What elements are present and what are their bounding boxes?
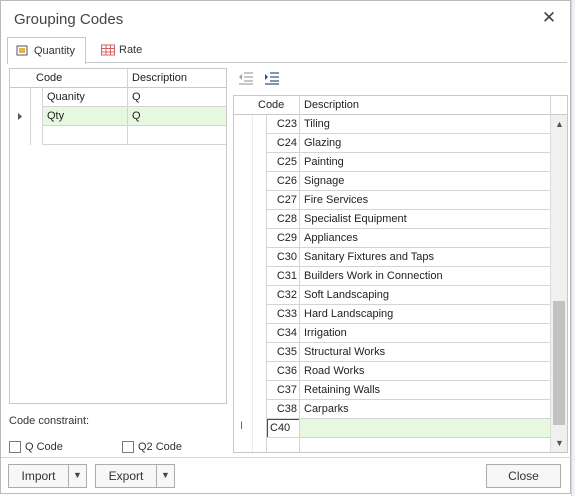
table-row-description[interactable]: Road Works — [300, 362, 550, 381]
table-row-code[interactable]: C28 — [266, 210, 300, 229]
quantity-icon — [16, 45, 28, 56]
table-row-description[interactable]: Q — [128, 107, 226, 126]
table-row-description[interactable]: Signage — [300, 172, 550, 191]
grid-line — [42, 144, 226, 145]
table-row-description[interactable]: Sanitary Fixtures and Taps — [300, 248, 550, 267]
background-window-edge — [571, 0, 575, 496]
table-row-code[interactable]: C23 — [266, 115, 300, 134]
grid-line — [299, 96, 300, 115]
q-code-label: Q Code — [25, 441, 63, 453]
checkbox-box[interactable] — [122, 441, 134, 453]
current-row-indicator-icon — [10, 107, 30, 126]
grid-line — [42, 106, 226, 107]
quantity-groups-grid: Code Description Quanity Q Qty Q — [9, 68, 227, 404]
table-row-code[interactable]: C32 — [266, 286, 300, 305]
scroll-up-icon[interactable]: ▲ — [551, 117, 567, 131]
import-dropdown-icon[interactable]: ▼ — [68, 464, 87, 488]
grouping-codes-dialog: Grouping Codes ✕ Quantity Rate Code Desc… — [0, 0, 572, 494]
vertical-scrollbar[interactable]: ▲ ▼ — [550, 115, 567, 452]
indent-icon[interactable] — [264, 71, 280, 85]
table-row-code[interactable]: C26 — [266, 172, 300, 191]
table-row-code[interactable]: C24 — [266, 134, 300, 153]
new-row-highlight — [266, 419, 550, 438]
dialog-title: Grouping Codes — [14, 11, 124, 28]
export-dropdown-icon[interactable]: ▼ — [156, 464, 175, 488]
tab-strip: Quantity Rate — [7, 37, 567, 64]
table-row-code[interactable]: C38 — [266, 400, 300, 419]
codes-grid: Code Description C23 Tiling C24 Glazing C25 P… — [233, 95, 568, 453]
table-row-code[interactable]: C35 — [266, 343, 300, 362]
row-edit-cursor-icon: I — [240, 420, 244, 432]
table-row-code[interactable]: C36 — [266, 362, 300, 381]
column-header-code[interactable]: Code — [32, 69, 126, 88]
table-row-code[interactable]: C34 — [266, 324, 300, 343]
column-header-description[interactable]: Description — [128, 69, 224, 88]
indicator-divider — [252, 115, 253, 452]
table-row-description[interactable]: Hard Landscaping — [300, 305, 550, 324]
table-row-code[interactable]: C25 — [266, 153, 300, 172]
checkbox-box[interactable] — [9, 441, 21, 453]
column-header-code[interactable]: Code — [254, 96, 298, 115]
table-row-description[interactable]: Fire Services — [300, 191, 550, 210]
table-row-code[interactable]: C31 — [266, 267, 300, 286]
scrollbar-thumb[interactable] — [553, 301, 565, 425]
q2-code-label: Q2 Code — [138, 441, 183, 453]
rate-table-icon — [101, 44, 115, 56]
q2-code-checkbox[interactable]: Q2 Code — [122, 441, 182, 453]
table-row-description[interactable]: Tiling — [300, 115, 550, 134]
table-row-code[interactable]: C29 — [266, 229, 300, 248]
table-row-code[interactable]: C33 — [266, 305, 300, 324]
close-button[interactable]: Close — [486, 464, 561, 488]
q-code-checkbox[interactable]: Q Code — [9, 441, 63, 453]
grid-line — [266, 115, 267, 452]
grid-line — [299, 115, 300, 452]
table-row-code[interactable]: C37 — [266, 381, 300, 400]
indicator-divider — [30, 88, 31, 145]
table-row-description[interactable]: Soft Landscaping — [300, 286, 550, 305]
grid-line — [127, 69, 128, 145]
grid-line — [550, 96, 551, 115]
close-icon[interactable]: ✕ — [539, 8, 559, 28]
tab-quantity-label: Quantity — [34, 45, 75, 57]
column-header-description[interactable]: Description — [300, 96, 548, 115]
import-button[interactable]: Import — [8, 464, 69, 488]
code-edit-input[interactable]: C40 — [267, 419, 300, 438]
tab-rate[interactable]: Rate — [93, 37, 152, 63]
table-row-description[interactable]: Appliances — [300, 229, 550, 248]
table-row-description[interactable]: Carparks — [300, 400, 550, 419]
tab-rate-label: Rate — [119, 44, 143, 56]
table-row-description[interactable]: Glazing — [300, 134, 550, 153]
table-row-description[interactable]: Q — [128, 88, 226, 107]
table-row-description[interactable]: Structural Works — [300, 343, 550, 362]
code-constraint-label: Code constraint: — [9, 415, 90, 427]
footer-divider — [1, 457, 572, 458]
outdent-icon[interactable] — [238, 71, 254, 85]
table-row-description[interactable]: Specialist Equipment — [300, 210, 550, 229]
export-button[interactable]: Export — [95, 464, 157, 488]
scroll-down-icon[interactable]: ▼ — [551, 436, 567, 450]
table-row-description[interactable]: Retaining Walls — [300, 381, 550, 400]
table-row-code[interactable]: Quanity — [43, 88, 127, 107]
tab-quantity[interactable]: Quantity — [7, 37, 86, 64]
table-row-code[interactable]: Qty — [43, 107, 127, 126]
grid-line — [266, 437, 550, 438]
table-row-description[interactable]: Irrigation — [300, 324, 550, 343]
grid-line — [42, 125, 226, 126]
table-row-description[interactable]: Painting — [300, 153, 550, 172]
table-row-code[interactable]: C27 — [266, 191, 300, 210]
grid-line — [42, 88, 43, 145]
table-row-description[interactable]: Builders Work in Connection — [300, 267, 550, 286]
table-row-code[interactable]: C30 — [266, 248, 300, 267]
